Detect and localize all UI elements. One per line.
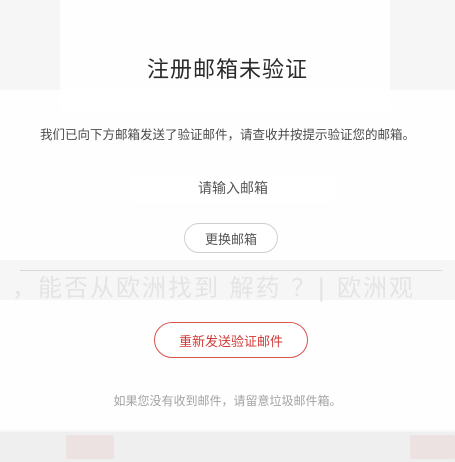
page: ，能否从欧洲找到 解药 ？| 欧洲观 注册邮箱未验证 我们已向下方邮箱发送了验证… bbox=[0, 0, 455, 462]
spam-hint: 如果您没有收到邮件，请留意垃圾邮件箱。 bbox=[113, 394, 342, 408]
divider bbox=[20, 270, 442, 271]
resend-verification-button[interactable]: 重新发送验证邮件 bbox=[154, 322, 308, 358]
verify-email-dialog: 注册邮箱未验证 我们已向下方邮箱发送了验证邮件，请查收并按提示验证您的邮箱。 更… bbox=[0, 0, 455, 462]
dialog-title: 注册邮箱未验证 bbox=[146, 58, 308, 83]
change-email-button[interactable]: 更换邮箱 bbox=[184, 223, 278, 253]
email-input[interactable] bbox=[131, 175, 335, 203]
dialog-message: 我们已向下方邮箱发送了验证邮件，请查收并按提示验证您的邮箱。 bbox=[39, 127, 415, 142]
